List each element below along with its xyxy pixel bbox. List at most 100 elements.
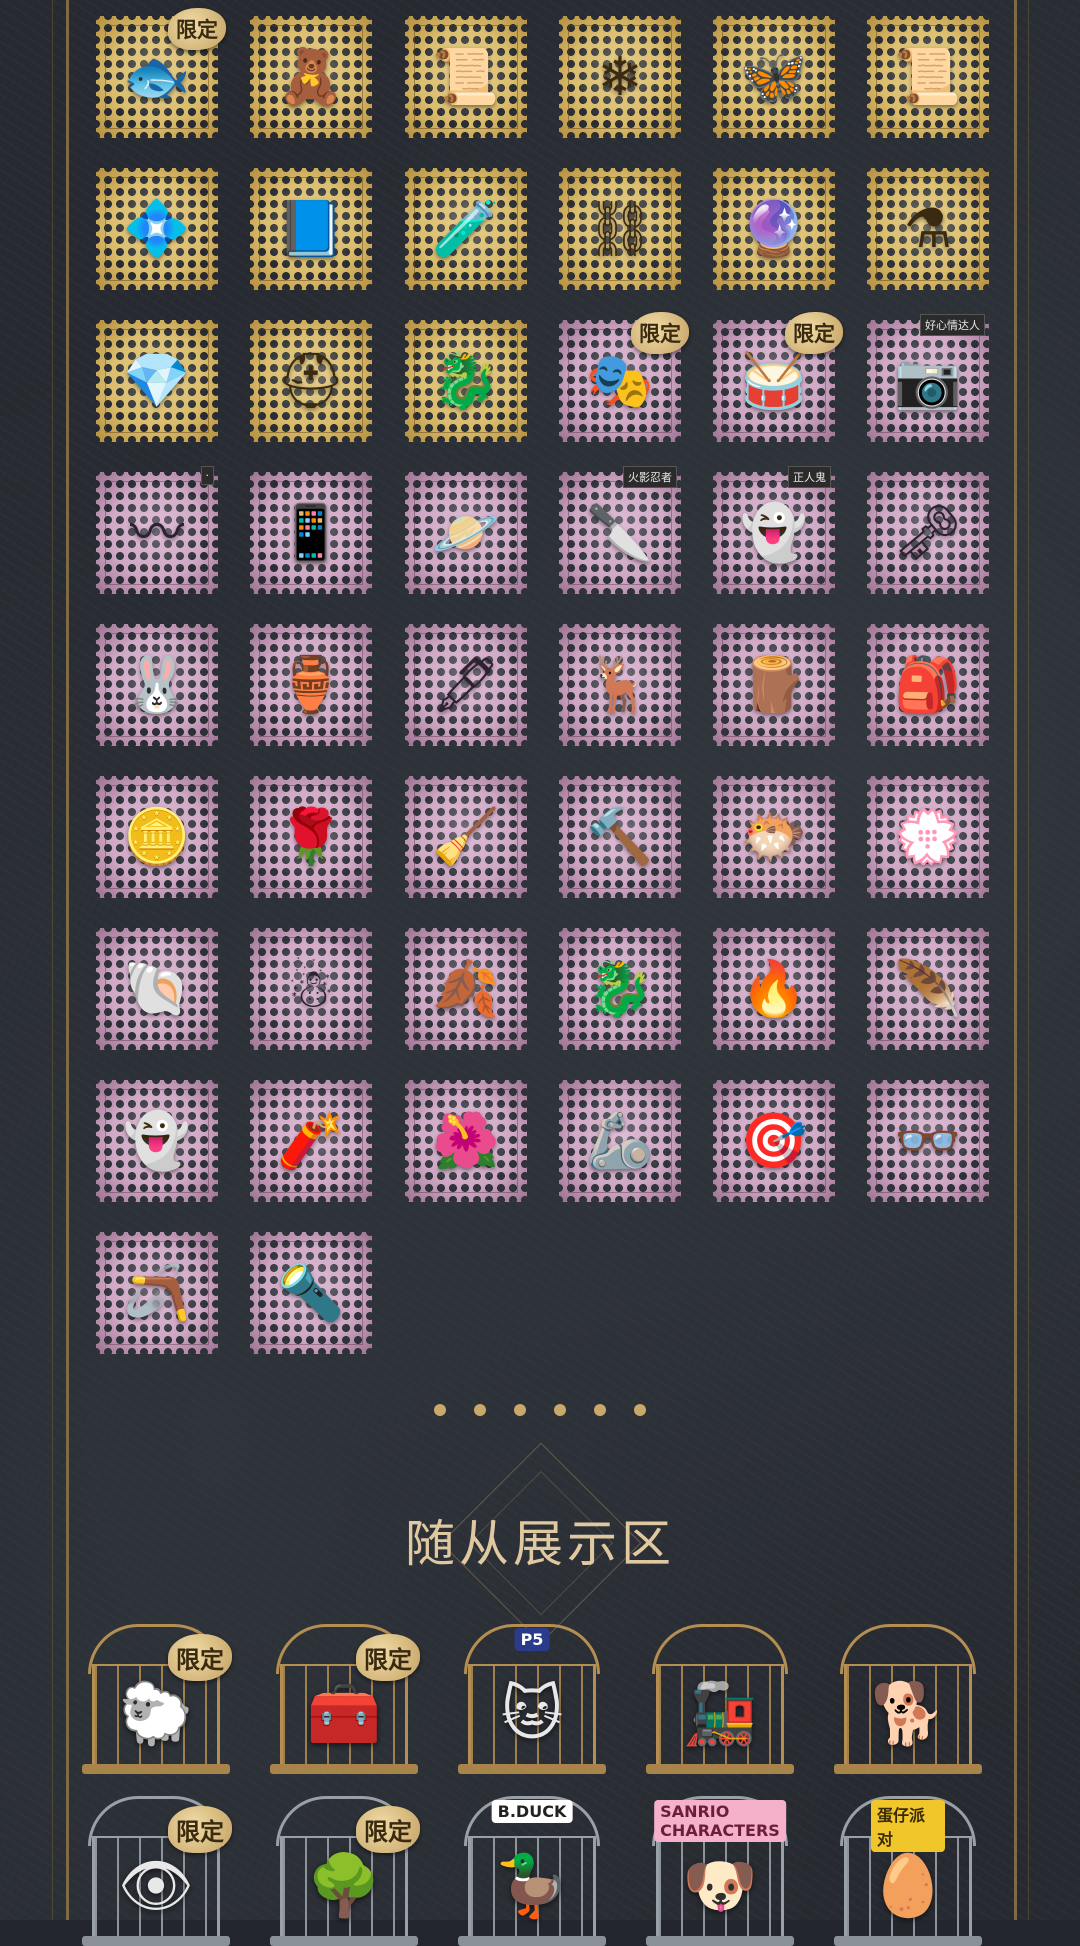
stamp-item[interactable]: 💮: [867, 776, 989, 898]
stamp-item[interactable]: 🐟 限定: [96, 8, 226, 138]
stamp-inner-panel: 🍂: [414, 937, 518, 1041]
stamp-inner-panel: 🧨: [259, 1089, 363, 1193]
companion-cage-item[interactable]: 🐑 限定: [82, 1624, 232, 1774]
stamp-inner-panel: 📜: [876, 25, 980, 129]
stamp-item[interactable]: 💠: [96, 168, 218, 290]
stamp-item[interactable]: 🧪: [405, 168, 527, 290]
stamp-item[interactable]: ⛑: [250, 320, 372, 442]
frame-border-right-outer: [1028, 0, 1029, 1920]
stamp-item[interactable]: 🎭 限定: [559, 312, 689, 442]
stamp-item-icon: 🔦: [277, 1261, 345, 1324]
stamp-item-icon: 📱: [277, 501, 345, 564]
stamp-item[interactable]: 🪐: [405, 472, 527, 594]
stamp-item[interactable]: 🌺: [405, 1080, 527, 1202]
stamp-inner-panel: 🪃: [105, 1241, 209, 1345]
stamp-item-icon: 🪃: [123, 1261, 191, 1324]
stamp-item[interactable]: 🎒: [867, 624, 989, 746]
stamp-item[interactable]: 🔦: [250, 1232, 372, 1354]
stamp-item[interactable]: 👓: [867, 1080, 989, 1202]
companion-cage-item[interactable]: 🌳 限定: [270, 1796, 420, 1946]
stamp-item[interactable]: ☃: [250, 928, 372, 1050]
stamp-item-icon: 🪐: [432, 501, 500, 564]
stamp-item[interactable]: 🐉: [559, 928, 681, 1050]
stamp-item[interactable]: 🔨: [559, 776, 681, 898]
stamp-inner-panel: 🐰: [105, 633, 209, 737]
stamp-item-icon: 🎯: [740, 1109, 808, 1172]
pager-dot[interactable]: [514, 1404, 526, 1416]
stamp-item[interactable]: 📘: [250, 168, 372, 290]
pager-dot[interactable]: [554, 1404, 566, 1416]
stamp-item[interactable]: 🖋: [405, 624, 527, 746]
stamp-item[interactable]: 🪵: [713, 624, 835, 746]
collab-logo: P5: [514, 1628, 550, 1651]
stamp-item[interactable]: 🧸: [250, 16, 372, 138]
stamp-item-icon: 🔨: [586, 805, 654, 868]
stamp-item[interactable]: 🐰: [96, 624, 218, 746]
stamp-inner-panel: ❄: [568, 25, 672, 129]
stamp-item-icon: 🐡: [740, 805, 808, 868]
stamp-inner-panel: 🐉: [414, 329, 518, 433]
companion-cage-item[interactable]: 🚂: [646, 1624, 794, 1774]
stamp-item[interactable]: 🦌: [559, 624, 681, 746]
stamp-inner-panel: 📱: [259, 481, 363, 585]
stamp-inner-panel: ☃: [259, 937, 363, 1041]
companion-cage-item[interactable]: 👁 限定: [82, 1796, 232, 1946]
stamp-item[interactable]: 📱: [250, 472, 372, 594]
pager-dot[interactable]: [474, 1404, 486, 1416]
stamp-item[interactable]: 🪶: [867, 928, 989, 1050]
cage-base: [834, 1764, 982, 1774]
companion-cage-item[interactable]: 🐕: [834, 1624, 982, 1774]
cage-base: [458, 1764, 606, 1774]
stamp-item[interactable]: 🔮: [713, 168, 835, 290]
stamp-item-icon: 🖋: [431, 653, 501, 716]
stamp-ribbon-label: 好心情达人: [920, 314, 985, 336]
stamp-ribbon-label: 火影忍者: [623, 466, 677, 488]
stamp-item[interactable]: ⚗: [867, 168, 989, 290]
stamp-ribbon-label: ·: [200, 466, 214, 485]
pager-dot[interactable]: [634, 1404, 646, 1416]
stamp-item[interactable]: 🪙: [96, 776, 218, 898]
collab-logo: B.DUCK: [491, 1800, 573, 1823]
companion-cage-item[interactable]: 🐱 P5: [458, 1624, 606, 1774]
stamp-item[interactable]: 🍂: [405, 928, 527, 1050]
stamp-item[interactable]: 🔪 火影忍者: [559, 466, 681, 594]
companion-cage-item[interactable]: 🦆 B.DUCK: [458, 1796, 606, 1946]
stamp-item[interactable]: 🐚: [96, 928, 218, 1050]
stamp-item[interactable]: ⛓: [559, 168, 681, 290]
companion-icon: 🐶: [682, 1851, 758, 1921]
frame-border-left: [66, 0, 69, 1920]
stamp-item[interactable]: 🐉: [405, 320, 527, 442]
stamp-item[interactable]: 🌹: [250, 776, 372, 898]
stamp-item[interactable]: 🎯: [713, 1080, 835, 1202]
stamp-item[interactable]: 🐡: [713, 776, 835, 898]
stamp-item[interactable]: 📷 好心情达人: [867, 314, 989, 442]
stamp-item[interactable]: 🪃: [96, 1232, 218, 1354]
stamp-item[interactable]: 🥁 限定: [713, 312, 843, 442]
stamp-item[interactable]: 〰 ·: [96, 466, 218, 594]
pager-dot[interactable]: [594, 1404, 606, 1416]
stamp-item[interactable]: 🦋: [713, 16, 835, 138]
cage-base: [646, 1936, 794, 1946]
stamp-item[interactable]: ❄: [559, 16, 681, 138]
stamp-item[interactable]: 🧨: [250, 1080, 372, 1202]
companion-cage-item[interactable]: 🧰 限定: [270, 1624, 420, 1774]
stamp-item-icon: 🌺: [432, 1109, 500, 1172]
stamp-item[interactable]: 💎: [96, 320, 218, 442]
companion-cage-item[interactable]: 🐶 SANRIO CHARACTERS: [646, 1796, 794, 1946]
stamp-inner-panel: 〰: [105, 481, 209, 585]
cage-base: [82, 1936, 230, 1946]
stamp-item-icon: 📜: [894, 45, 962, 108]
stamp-item[interactable]: 🏺: [250, 624, 372, 746]
stamp-item[interactable]: 📜: [405, 16, 527, 138]
stamp-item[interactable]: 👻 正人鬼: [713, 466, 835, 594]
pager-dot[interactable]: [434, 1404, 446, 1416]
companion-cage-item[interactable]: 🥚 蛋仔派对: [834, 1796, 982, 1946]
stamp-item[interactable]: 🦾: [559, 1080, 681, 1202]
stamp-item-icon: 〰: [130, 501, 184, 564]
stamp-item[interactable]: 🧹: [405, 776, 527, 898]
stamp-item[interactable]: 🔥: [713, 928, 835, 1050]
stamp-item[interactable]: 👻: [96, 1080, 218, 1202]
stamp-item[interactable]: 📜: [867, 16, 989, 138]
stamp-inner-panel: 🌹: [259, 785, 363, 889]
stamp-item[interactable]: 🗝: [867, 472, 989, 594]
